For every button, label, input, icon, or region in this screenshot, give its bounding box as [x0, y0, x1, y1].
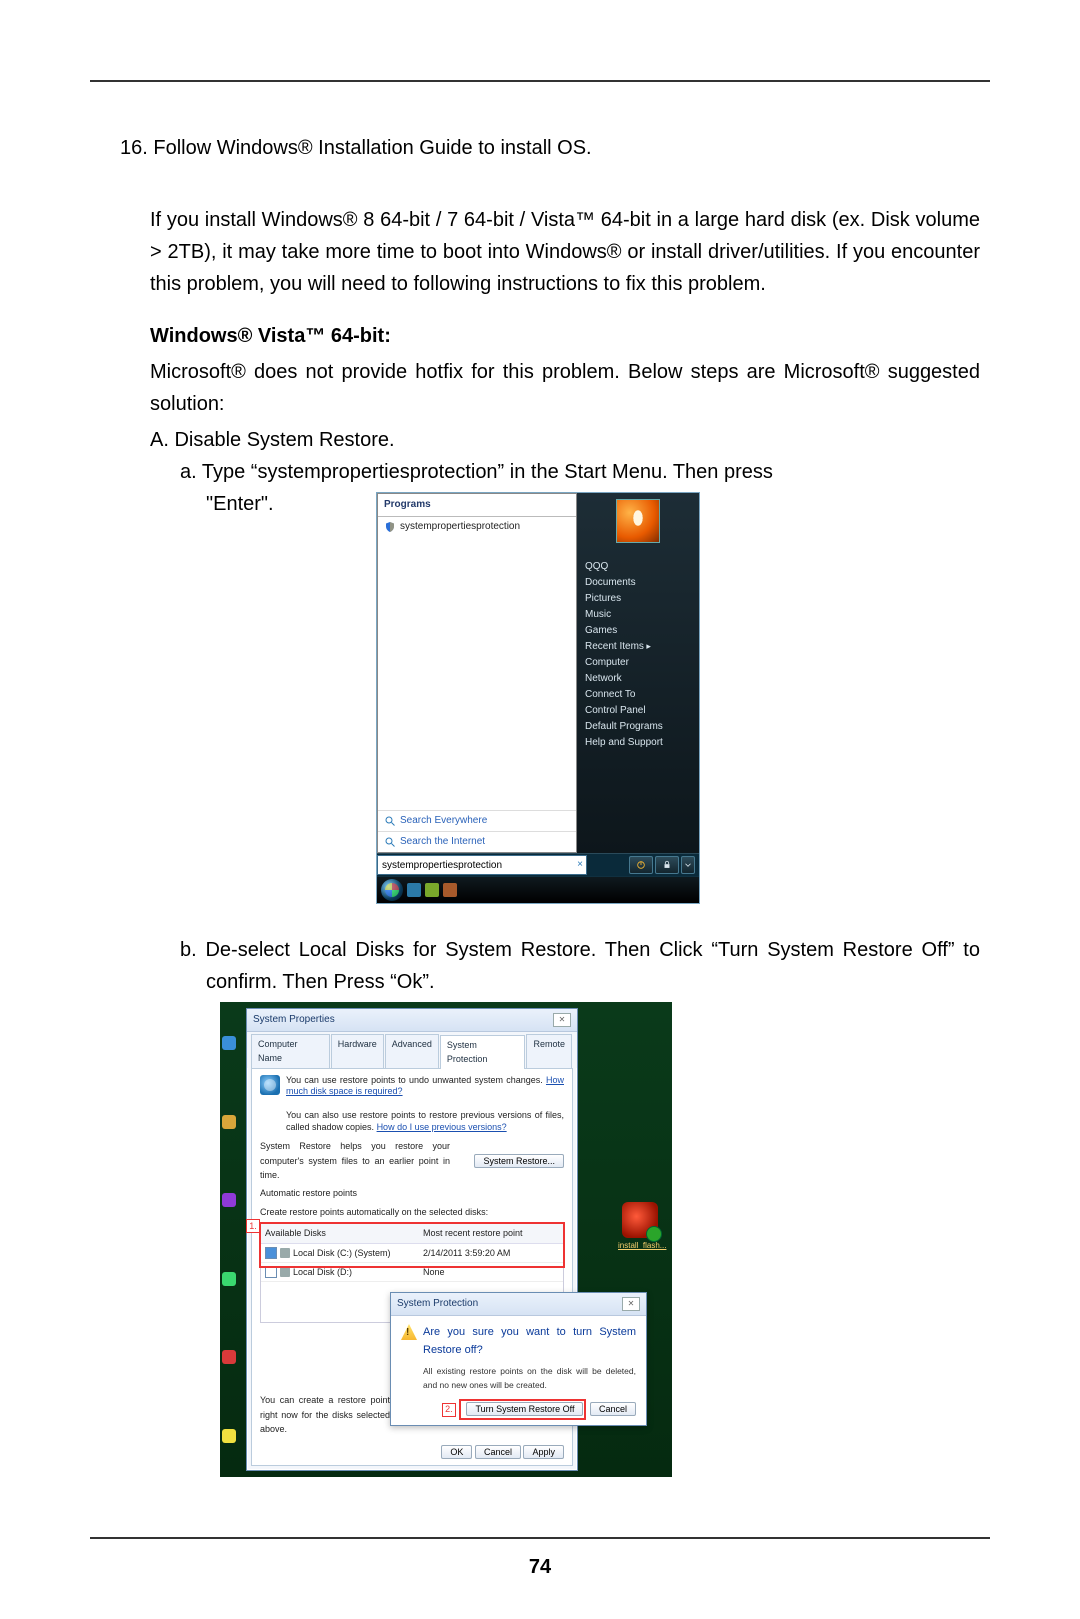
- cancel-button[interactable]: Cancel: [475, 1445, 521, 1459]
- start-right-link[interactable]: Games: [585, 623, 691, 639]
- lock-button[interactable]: [655, 856, 679, 874]
- taskbar: [377, 876, 699, 903]
- window-close-button[interactable]: ✕: [553, 1013, 571, 1027]
- tab-advanced[interactable]: Advanced: [385, 1034, 439, 1068]
- gadget-label: install_flash...: [618, 1240, 662, 1253]
- step-A: A. Disable System Restore.: [150, 424, 980, 456]
- create-auto-label: Create restore points automatically on t…: [260, 1207, 488, 1217]
- tabs-row: Computer NameHardwareAdvancedSystem Prot…: [247, 1032, 577, 1068]
- start-right-link[interactable]: Recent Items: [585, 639, 691, 655]
- page-number: 74: [0, 1556, 1080, 1579]
- shield-icon: [384, 521, 396, 533]
- info-text-1: You can use restore points to undo unwan…: [286, 1075, 546, 1085]
- start-orb-icon[interactable]: [381, 879, 403, 901]
- vista-heading: Windows® Vista™ 64-bit:: [150, 325, 391, 347]
- start-right-link[interactable]: Control Panel: [585, 703, 691, 719]
- confirm-dialog: System Protection ✕ Are you sure you wan…: [390, 1292, 647, 1426]
- start-right-link[interactable]: Documents: [585, 575, 691, 591]
- step-A-b: b. De-select Local Disks for System Rest…: [180, 934, 980, 998]
- start-menu-left-panel: Programs systempropertiesprotection: [377, 493, 577, 853]
- sidebar-icon[interactable]: [222, 1272, 236, 1286]
- start-right-link[interactable]: QQQ: [585, 559, 691, 575]
- start-menu-search-bar: systempropertiesprotection ×: [377, 853, 699, 876]
- info-link-2[interactable]: How do I use previous versions?: [377, 1122, 507, 1132]
- start-right-link[interactable]: Pictures: [585, 591, 691, 607]
- restore-icon: [260, 1075, 280, 1095]
- sidebar-icon[interactable]: [222, 1115, 236, 1129]
- figure-start-menu: Programs systempropertiesprotection: [376, 492, 700, 904]
- programs-header: Programs: [378, 494, 576, 517]
- restore-help-label: System Restore helps you restore your co…: [260, 1139, 450, 1182]
- page-content: 16. Follow Windows® Installation Guide t…: [90, 82, 990, 1477]
- search-internet-label: Search the Internet: [400, 834, 485, 850]
- figure-system-properties: install_flash... System Properties ✕ Com…: [220, 1002, 672, 1477]
- start-right-link[interactable]: Help and Support: [585, 735, 691, 751]
- callout-2: 2.: [442, 1403, 456, 1417]
- step-A-a-enter: "Enter".: [206, 488, 286, 520]
- taskbar-icon[interactable]: [425, 883, 439, 897]
- tab-hardware[interactable]: Hardware: [331, 1034, 384, 1068]
- start-right-link[interactable]: Default Programs: [585, 719, 691, 735]
- dialog-title: System Protection: [397, 1296, 478, 1312]
- dialog-close-button[interactable]: ✕: [622, 1297, 640, 1311]
- start-right-link[interactable]: Connect To: [585, 687, 691, 703]
- disk-icon: [280, 1267, 290, 1277]
- warning-icon: [401, 1324, 417, 1340]
- step-16-text: 16. Follow Windows® Installation Guide t…: [120, 137, 592, 159]
- start-right-link[interactable]: Network: [585, 671, 691, 687]
- sidebar-icon[interactable]: [222, 1036, 236, 1050]
- taskbar-icon[interactable]: [443, 883, 457, 897]
- system-restore-button[interactable]: System Restore...: [474, 1154, 564, 1168]
- automatic-restore-label: Automatic restore points: [260, 1186, 564, 1200]
- tab-remote[interactable]: Remote: [526, 1034, 572, 1068]
- dialog-question: Are you sure you want to turn System Res…: [423, 1324, 636, 1359]
- program-result-label: systempropertiesprotection: [400, 519, 520, 535]
- search-internet-link[interactable]: Search the Internet: [378, 831, 576, 852]
- window-title: System Properties: [253, 1012, 335, 1028]
- intro-paragraph: If you install Windows® 8 64-bit / 7 64-…: [150, 204, 980, 300]
- search-icon: [384, 815, 396, 827]
- start-right-link[interactable]: Computer: [585, 655, 691, 671]
- power-button[interactable]: [629, 856, 653, 874]
- start-right-link[interactable]: Music: [585, 607, 691, 623]
- desktop-gadget[interactable]: install_flash...: [618, 1202, 662, 1253]
- user-avatar[interactable]: [616, 499, 660, 543]
- callout-1: 1.: [246, 1219, 260, 1233]
- power-menu-button[interactable]: [681, 856, 695, 874]
- ok-button[interactable]: OK: [441, 1445, 472, 1459]
- create-note: You can create a restore point right now…: [260, 1393, 390, 1436]
- dialog-note: All existing restore points on the disk …: [423, 1365, 636, 1392]
- desktop-sidebar-icons: [220, 1004, 238, 1475]
- turn-off-button[interactable]: Turn System Restore Off: [466, 1402, 583, 1416]
- gadget-icon: [622, 1202, 658, 1238]
- page-bottom-rule: [90, 1537, 990, 1539]
- program-result-item[interactable]: systempropertiesprotection: [378, 517, 576, 537]
- apply-button[interactable]: Apply: [523, 1445, 564, 1459]
- search-icon: [384, 836, 396, 848]
- step-A-a: a. Type “systempropertiesprotection” in …: [180, 456, 980, 488]
- sidebar-icon[interactable]: [222, 1429, 236, 1443]
- start-menu-right-panel: QQQDocumentsPicturesMusicGamesRecent Ite…: [577, 493, 699, 853]
- search-clear-button[interactable]: ×: [574, 855, 587, 875]
- sidebar-icon[interactable]: [222, 1193, 236, 1207]
- sidebar-icon[interactable]: [222, 1350, 236, 1364]
- taskbar-icon[interactable]: [407, 883, 421, 897]
- callout-red-box: [259, 1222, 565, 1268]
- vista-paragraph: Microsoft® does not provide hotfix for t…: [150, 356, 980, 420]
- search-everywhere-label: Search Everywhere: [400, 813, 487, 829]
- search-everywhere-link[interactable]: Search Everywhere: [378, 810, 576, 831]
- tab-computer-name[interactable]: Computer Name: [251, 1034, 330, 1068]
- dialog-cancel-button[interactable]: Cancel: [590, 1402, 636, 1416]
- tab-system-protection[interactable]: System Protection: [440, 1035, 526, 1069]
- step-16: 16. Follow Windows® Installation Guide t…: [120, 132, 990, 164]
- start-menu-search-input[interactable]: systempropertiesprotection: [377, 855, 574, 875]
